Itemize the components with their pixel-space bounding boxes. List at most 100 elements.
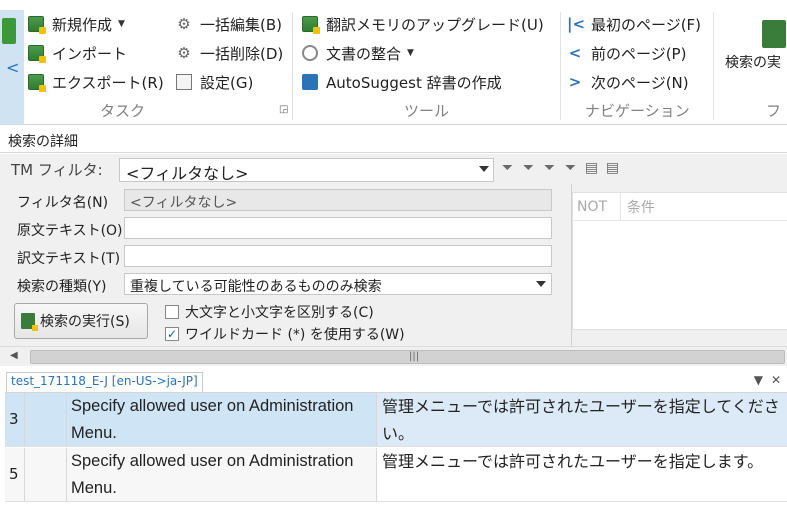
source-segment[interactable]: Specify allowed user on Administration M… <box>67 448 377 501</box>
upgrade-icon <box>302 16 320 34</box>
table-row[interactable]: 5 Specify allowed user on Administration… <box>5 448 787 502</box>
row-number: 3 <box>5 393 25 446</box>
filter-name-label: フィルタ名(N) <box>17 195 109 211</box>
first-page-icon: |< <box>567 15 586 33</box>
import-button[interactable]: インポート <box>28 42 127 64</box>
add-filter-icon[interactable]: ⏷ <box>499 160 516 177</box>
source-text-input[interactable] <box>124 217 552 239</box>
upgrade-tm-label: 翻訳メモリのアップグレード(U) <box>326 15 544 34</box>
prev-page-button[interactable]: < 前のページ(P) <box>567 42 687 64</box>
dictionary-icon <box>302 74 318 90</box>
bulk-edit-button[interactable]: ⚙ 一括編集(B) <box>176 13 282 35</box>
settings-label: 設定(G) <box>200 73 254 92</box>
checkbox-box[interactable] <box>165 305 179 319</box>
search-type-select[interactable]: 重複している可能性のあるもののみ検索 <box>124 273 552 295</box>
gear-icon: ⚙ <box>177 15 191 33</box>
grip-icon: ||| <box>409 351 420 362</box>
tm-filter-label: TM フィルタ: <box>11 161 103 179</box>
target-text-label: 訳文テキスト(T) <box>17 251 121 267</box>
bulk-delete-label: 一括削除(D) <box>200 44 284 63</box>
filter-name-field: <フィルタなし> <box>124 189 552 211</box>
tm-icon <box>2 18 16 44</box>
gear-delete-icon: ⚙ <box>177 44 191 62</box>
tab-controls: ▼ ✕ <box>754 373 781 387</box>
tm-filter-select[interactable]: <フィルタなし> <box>119 158 494 183</box>
import-label: インポート <box>52 44 128 63</box>
target-segment[interactable]: 管理メニューでは許可されたユーザーを指定してください。 <box>377 393 787 446</box>
group-label-tools: ツール <box>404 102 450 120</box>
prev-page-label: 前のページ(P) <box>591 44 687 63</box>
condition-list-header: NOT 条件 <box>573 192 787 221</box>
row-number: 5 <box>5 448 25 501</box>
export-icon <box>28 74 46 92</box>
next-page-label: 次のページ(N) <box>591 73 689 92</box>
search-type-label: 検索の種類(Y) <box>17 279 107 295</box>
settings-icon <box>176 74 192 90</box>
scroll-left-icon[interactable]: ◀ <box>10 350 18 361</box>
new-icon <box>28 16 46 34</box>
row-status <box>25 448 67 501</box>
target-text-input[interactable] <box>124 245 552 267</box>
first-page-button[interactable]: |< 最初のページ(F) <box>567 13 701 35</box>
horizontal-scrollbar[interactable]: ◀ ||| <box>0 346 787 366</box>
tm-filter-bar: TM フィルタ: <フィルタなし> ⏷ ⏷ ⏷ ⏷ ▤ ▤ <box>0 154 787 184</box>
next-page-button[interactable]: > 次のページ(N) <box>567 71 689 93</box>
group-label-tasks: タスク <box>100 102 146 120</box>
autosuggest-button[interactable]: AutoSuggest 辞書の作成 <box>302 71 502 93</box>
source-segment[interactable]: Specify allowed user on Administration M… <box>67 393 377 446</box>
row-status <box>25 393 67 446</box>
align-button[interactable]: 文書の整合 ▼ <box>302 42 414 64</box>
chevron-left-icon: < <box>568 44 582 62</box>
dialog-launcher-icon[interactable]: ◲ <box>279 104 288 115</box>
upgrade-tm-button[interactable]: 翻訳メモリのアップグレード(U) <box>302 13 544 35</box>
group-separator <box>713 12 714 120</box>
bulk-edit-label: 一括編集(B) <box>200 15 282 34</box>
settings-button[interactable]: 設定(G) <box>176 71 253 93</box>
group-separator <box>292 12 293 120</box>
edit-filter-icon[interactable]: ⏷ <box>520 160 537 177</box>
bulk-delete-button[interactable]: ⚙ 一括削除(D) <box>176 42 283 64</box>
export-button[interactable]: エクスポート(R) <box>28 71 164 93</box>
import-filter-icon[interactable]: ▤ <box>583 160 600 177</box>
tm-filter-value: <フィルタなし> <box>126 164 249 183</box>
wildcard-checkbox[interactable]: ✓ ワイルドカード (*) を使用する(W) <box>165 324 405 344</box>
execute-search-button[interactable]: 検索の実行(S) <box>14 303 148 339</box>
panel-title: 検索の詳細 <box>0 127 787 153</box>
autosuggest-label: AutoSuggest 辞書の作成 <box>326 73 502 92</box>
wildcard-label: ワイルドカード (*) を使用する(W) <box>185 327 405 343</box>
condition-list[interactable]: NOT 条件 <box>572 192 787 330</box>
case-sensitive-checkbox[interactable]: 大文字と小文字を区別する(C) <box>165 302 374 322</box>
close-icon[interactable]: ✕ <box>771 373 781 387</box>
target-segment[interactable]: 管理メニューでは許可されたユーザーを指定します。 <box>377 448 787 501</box>
export-label: エクスポート(R) <box>52 73 164 92</box>
search-exec-icon <box>762 20 786 48</box>
case-sensitive-label: 大文字と小文字を区別する(C) <box>185 305 374 321</box>
checkbox-box[interactable]: ✓ <box>165 327 179 341</box>
ribbon-collapse-tab[interactable]: < <box>0 10 24 125</box>
filter-toolbar: ⏷ ⏷ ⏷ ⏷ ▤ ▤ <box>499 160 621 177</box>
new-label: 新規作成 <box>52 15 113 34</box>
chevron-down-icon: ▼ <box>118 19 125 29</box>
document-tab[interactable]: test_171118_E-J [en-US->ja-JP] <box>6 372 203 392</box>
condition-panel: NOT 条件 <box>571 184 787 346</box>
first-page-label: 最初のページ(F) <box>591 15 702 34</box>
execute-search-label: 検索の実行(S) <box>40 314 130 330</box>
source-text-label: 原文テキスト(O) <box>17 223 123 239</box>
scrollbar-thumb[interactable]: ||| <box>30 350 785 364</box>
chevron-right-icon: > <box>568 73 582 91</box>
export-filter-icon[interactable]: ▤ <box>604 160 621 177</box>
document-tab-bar: test_171118_E-J [en-US->ja-JP] ▼ ✕ <box>0 372 787 392</box>
chevron-down-icon <box>536 281 546 287</box>
ribbon: < 新規作成 ▼ インポート エクスポート(R) ⚙ 一括編集(B) ⚙ 一括削… <box>0 0 787 125</box>
search-exec-big-button[interactable]: 検索の実 <box>725 52 781 72</box>
align-icon <box>302 45 318 61</box>
chevron-down-icon[interactable]: ▼ <box>754 373 763 387</box>
group-separator <box>560 12 561 120</box>
import-icon <box>28 45 46 63</box>
clear-filter-icon[interactable]: ⏷ <box>562 160 579 177</box>
delete-filter-icon[interactable]: ⏷ <box>541 160 558 177</box>
chevron-down-icon: ▼ <box>407 48 414 58</box>
new-button[interactable]: 新規作成 ▼ <box>28 13 125 35</box>
table-row[interactable]: 3 Specify allowed user on Administration… <box>5 393 787 447</box>
align-label: 文書の整合 <box>326 44 402 63</box>
